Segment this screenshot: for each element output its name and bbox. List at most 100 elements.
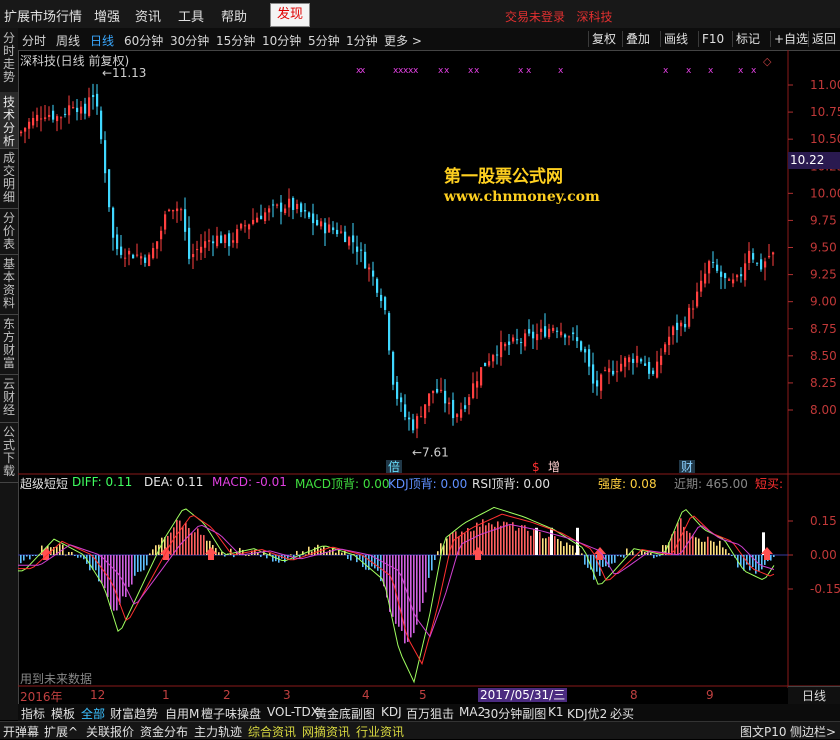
side-tab-technical[interactable]: 技术分析 bbox=[0, 92, 18, 149]
digest-news[interactable]: 网摘资讯 bbox=[302, 723, 350, 740]
indicator-bar bbox=[419, 555, 421, 612]
danmaku-toggle[interactable]: 开弹幕 bbox=[3, 723, 39, 740]
tab-sniper[interactable]: 百万狙击 bbox=[406, 705, 454, 722]
indicator-bar bbox=[32, 555, 34, 556]
indicator-bar bbox=[224, 555, 226, 557]
back-button[interactable]: 返回 bbox=[808, 31, 839, 47]
candle-body bbox=[536, 334, 539, 341]
tab-k1[interactable]: K1 bbox=[548, 705, 564, 719]
side-tab-profile[interactable]: 基本资料 bbox=[0, 254, 18, 315]
indicator-bar bbox=[29, 555, 31, 560]
candle-body bbox=[660, 355, 663, 365]
candle-body bbox=[596, 380, 599, 387]
menu-ext-market[interactable]: 扩展市场行情 bbox=[4, 6, 82, 25]
candle-body bbox=[728, 279, 731, 281]
add-watchlist-button[interactable]: +自选 bbox=[770, 31, 811, 47]
indicator-bar bbox=[74, 555, 76, 556]
tab-kdj[interactable]: KDJ bbox=[381, 705, 402, 719]
indicator-bar bbox=[488, 522, 490, 555]
fund-distribution[interactable]: 资金分布 bbox=[140, 723, 188, 740]
adjust-button[interactable]: 复权 bbox=[588, 31, 619, 47]
indicator-bar bbox=[530, 535, 532, 555]
tab-vol-tdx[interactable]: VOL-TDX bbox=[267, 705, 319, 719]
related-quotes[interactable]: 关联报价 bbox=[86, 723, 134, 740]
mark-button[interactable]: 标记 bbox=[732, 31, 763, 47]
side-tab-trades[interactable]: 成交明细 bbox=[0, 148, 18, 209]
period-60min[interactable]: 60分钟 bbox=[124, 32, 163, 49]
period-15min[interactable]: 15分钟 bbox=[216, 32, 255, 49]
tab-template[interactable]: 模板 bbox=[51, 705, 75, 722]
period-10min[interactable]: 10分钟 bbox=[262, 32, 301, 49]
period-timeshare[interactable]: 分时 bbox=[22, 32, 46, 49]
discover-button[interactable]: 发现 bbox=[270, 3, 310, 27]
graphic-button[interactable]: 图文P10 bbox=[740, 723, 787, 740]
period-more[interactable]: 更多 > bbox=[384, 32, 422, 49]
account-status[interactable]: 交易未登录 深科技 bbox=[505, 8, 612, 25]
candle-body bbox=[748, 250, 751, 263]
expand-toggle[interactable]: 扩展^ bbox=[44, 723, 78, 740]
combined-news[interactable]: 综合资讯 bbox=[248, 723, 296, 740]
indicator-bar bbox=[362, 555, 364, 568]
candle-body bbox=[352, 235, 355, 243]
indicator-name[interactable]: 超级短短 bbox=[20, 475, 68, 492]
candle-body bbox=[412, 419, 415, 431]
overlay-button[interactable]: 叠加 bbox=[622, 31, 653, 47]
candle-body bbox=[620, 363, 623, 371]
tab-gold-bottom[interactable]: 黄金底副图 bbox=[315, 705, 375, 722]
future-data-note: 用到未来数据 bbox=[20, 672, 93, 686]
candle-body bbox=[272, 204, 275, 206]
tab-all[interactable]: 全部 bbox=[81, 705, 105, 722]
menu-tools[interactable]: 工具 bbox=[178, 6, 204, 25]
menu-news[interactable]: 资讯 bbox=[135, 6, 161, 25]
period-5min[interactable]: 5分钟 bbox=[308, 32, 340, 49]
period-30min[interactable]: 30分钟 bbox=[170, 32, 209, 49]
candle-body bbox=[624, 357, 627, 367]
signal-x-mark: x bbox=[751, 66, 757, 76]
candle-body bbox=[652, 370, 655, 375]
indicator-bar bbox=[491, 524, 493, 555]
side-tab-eastmoney[interactable]: 东方财富 bbox=[0, 314, 18, 375]
indicator-bar bbox=[80, 555, 82, 558]
candle-body bbox=[700, 280, 703, 292]
price-tick-label: 10.50 bbox=[810, 132, 840, 146]
period-label[interactable]: 日线 bbox=[788, 686, 840, 705]
tab-trading[interactable]: 檀子味操盘 bbox=[201, 705, 261, 722]
indicator-bar bbox=[23, 555, 25, 561]
indicator-bar bbox=[707, 536, 709, 555]
tab-custom-m[interactable]: 自用M bbox=[165, 705, 199, 722]
tab-indicator[interactable]: 指标 bbox=[21, 705, 45, 722]
chart-canvas[interactable]: ←11.13←7.61xx x x x x x x x x x x x x x x x x x◇倍 $ 增财 11.0… bbox=[18, 50, 840, 688]
login-status[interactable]: 交易未登录 bbox=[505, 10, 565, 24]
candle-body bbox=[224, 234, 227, 243]
candle-body bbox=[160, 230, 163, 240]
tab-30min[interactable]: 30分钟副图 bbox=[483, 705, 546, 722]
period-1min[interactable]: 1分钟 bbox=[346, 32, 378, 49]
tab-ma2[interactable]: MA2 bbox=[459, 705, 485, 719]
indicator-bar bbox=[128, 555, 130, 587]
tab-must-buy[interactable]: 必买 bbox=[610, 705, 634, 722]
draw-button[interactable]: 画线 bbox=[660, 31, 691, 47]
candle-body bbox=[724, 273, 727, 279]
industry-news[interactable]: 行业资讯 bbox=[356, 723, 404, 740]
period-day[interactable]: 日线 bbox=[90, 32, 114, 49]
side-tab-price-table[interactable]: 分价表 bbox=[0, 208, 18, 255]
main-force-track[interactable]: 主力轨迹 bbox=[194, 723, 242, 740]
side-tab-formula[interactable]: 公式下载 bbox=[0, 422, 18, 483]
sidebar-button[interactable]: 侧边栏> bbox=[790, 723, 836, 740]
indicator-bar bbox=[749, 555, 751, 571]
candle-body bbox=[340, 231, 343, 233]
candle-body bbox=[40, 118, 43, 120]
f10-button[interactable]: F10 bbox=[698, 31, 727, 47]
candle-body bbox=[668, 336, 671, 346]
period-week[interactable]: 周线 bbox=[56, 32, 80, 49]
price-tick-label: 10.00 bbox=[810, 186, 840, 200]
side-tab-timeshare[interactable]: 分时走势 bbox=[0, 28, 18, 93]
candle-body bbox=[364, 251, 367, 269]
side-tab-yuncaijing[interactable]: 云财经 bbox=[0, 374, 18, 423]
menu-help[interactable]: 帮助 bbox=[221, 6, 247, 25]
indicator-bar bbox=[317, 544, 319, 555]
menu-enhance[interactable]: 增强 bbox=[94, 6, 120, 25]
candle-body bbox=[256, 217, 259, 223]
tab-wealth-trend[interactable]: 财富趋势 bbox=[110, 705, 158, 722]
tab-kdj-opt2[interactable]: KDJ优2 bbox=[567, 705, 607, 722]
